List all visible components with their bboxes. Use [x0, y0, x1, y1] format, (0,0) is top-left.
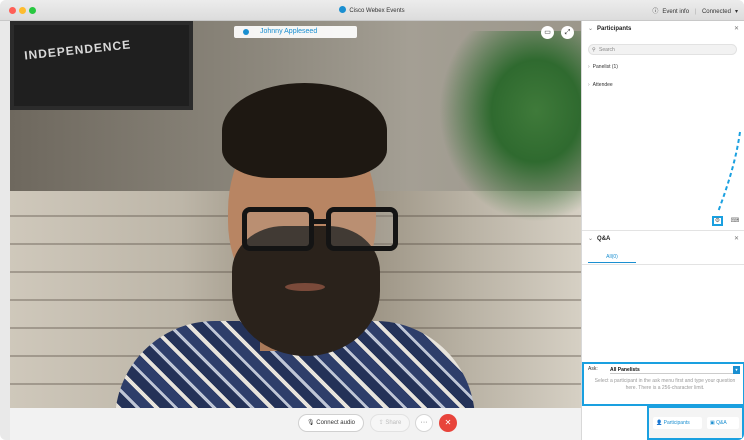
glasses-lens-left: [242, 207, 314, 251]
background-plant: [431, 31, 581, 231]
title-bar: Cisco Webex Events ⓘ Event info | Connect…: [0, 0, 744, 21]
ask-question-box: Ask: All Panelists ▾ Select a participan…: [582, 362, 744, 406]
chevron-down-icon: ⌄: [588, 26, 594, 32]
participants-toggle-button[interactable]: 👤 Participants: [653, 417, 702, 429]
fullscreen-icon[interactable]: ⤢: [561, 26, 574, 39]
microphone-icon: 🎙: [307, 420, 315, 426]
webex-window: Cisco Webex Events ⓘ Event info | Connect…: [0, 0, 744, 440]
search-icon: ⚲: [592, 47, 596, 53]
more-options-button[interactable]: ···: [415, 414, 433, 432]
webex-logo-icon: [339, 6, 347, 13]
connect-audio-button[interactable]: 🎙 Connect audio: [298, 414, 364, 432]
sign-text: INDEPENDENCE: [23, 37, 132, 63]
person-hair: [222, 83, 387, 178]
chevron-down-icon: ⌄: [588, 236, 594, 242]
qa-header[interactable]: ⌄ Q&A ✕: [582, 231, 744, 247]
dropdown-arrow-icon[interactable]: ▾: [733, 366, 740, 374]
wall-sign: INDEPENDENCE: [10, 21, 193, 110]
event-info-link[interactable]: Event info: [662, 9, 689, 15]
connection-status[interactable]: Connected: [702, 9, 731, 15]
glasses-lens-right: [326, 207, 398, 251]
share-icon: ⇪: [378, 420, 384, 426]
qa-tab-divider: [582, 264, 744, 265]
person-glasses: [234, 207, 404, 253]
qa-icon: ▣: [710, 420, 715, 426]
share-button[interactable]: ⇪ Share: [370, 414, 410, 432]
window-title: Cisco Webex Events: [0, 6, 744, 14]
close-icon[interactable]: ✕: [734, 21, 739, 37]
chevron-right-icon: ›: [588, 82, 590, 88]
participant-search-input[interactable]: ⚲ Search: [588, 44, 737, 55]
video-stage: INDEPENDENCE: [10, 21, 581, 408]
side-panel: ⌄ Participants ✕ ⚲ Search › Panelist (1) ›…: [581, 21, 744, 440]
ask-recipient-select[interactable]: All Panelists ▾: [610, 366, 740, 374]
titlebar-separator: |: [694, 9, 697, 15]
annotation-arrow: [717, 131, 741, 213]
chevron-down-icon[interactable]: ▾: [735, 9, 738, 15]
layout-icon[interactable]: ▭: [541, 26, 554, 39]
info-icon: ⓘ: [652, 9, 659, 15]
participants-header[interactable]: ⌄ Participants ✕: [582, 21, 744, 37]
close-icon[interactable]: ✕: [734, 231, 739, 247]
meeting-controls-bar: [10, 408, 581, 440]
ask-label: Ask:: [588, 366, 598, 372]
question-input[interactable]: Select a participant in the ask menu fir…: [590, 378, 740, 392]
qa-toggle-button[interactable]: ▣ Q&A: [707, 417, 739, 429]
qa-tab-all[interactable]: All(0): [588, 253, 636, 263]
person-icon: 👤: [656, 420, 663, 426]
panel-toggle-bar: 👤 Participants ▣ Q&A: [647, 406, 744, 440]
titlebar-right: ⓘ Event info | Connected ▾: [648, 6, 738, 15]
leave-event-button[interactable]: ✕: [439, 414, 457, 432]
panelist-group[interactable]: › Panelist (1): [588, 64, 618, 70]
person-mouth: [285, 283, 325, 291]
chevron-right-icon: ›: [588, 64, 590, 70]
participant-name-tag: Johnny Appleseed: [234, 26, 357, 38]
attendee-group[interactable]: › Attendee: [588, 82, 613, 88]
audio-indicator-icon: [243, 29, 249, 35]
